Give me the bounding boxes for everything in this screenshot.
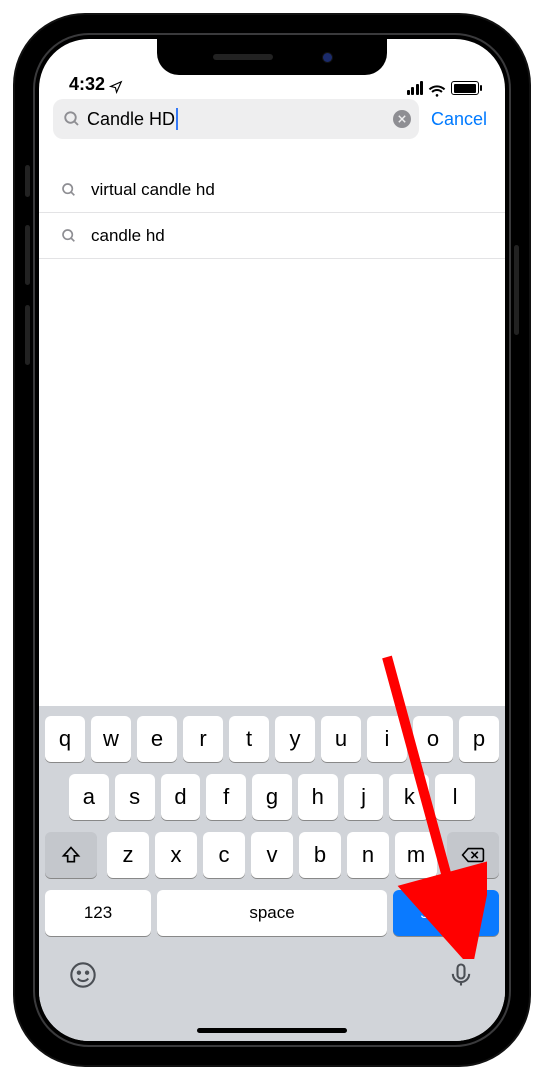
letter-key-k[interactable]: k <box>389 774 429 820</box>
letter-key-c[interactable]: c <box>203 832 245 878</box>
search-key[interactable]: search <box>393 890 499 936</box>
letter-key-r[interactable]: r <box>183 716 223 762</box>
emoji-key[interactable] <box>69 961 97 994</box>
letter-key-a[interactable]: a <box>69 774 109 820</box>
search-icon <box>63 110 81 128</box>
letter-key-g[interactable]: g <box>252 774 292 820</box>
suggestion-item[interactable]: candle hd <box>39 213 505 259</box>
space-key[interactable]: space <box>157 890 387 936</box>
letter-key-j[interactable]: j <box>344 774 384 820</box>
letter-key-u[interactable]: u <box>321 716 361 762</box>
letter-key-n[interactable]: n <box>347 832 389 878</box>
status-time: 4:32 <box>69 74 105 95</box>
letter-key-d[interactable]: d <box>161 774 201 820</box>
search-suggestions: virtual candle hd candle hd <box>39 149 505 259</box>
text-caret <box>176 108 178 130</box>
letter-key-y[interactable]: y <box>275 716 315 762</box>
letter-key-o[interactable]: o <box>413 716 453 762</box>
letter-key-e[interactable]: e <box>137 716 177 762</box>
letter-key-h[interactable]: h <box>298 774 338 820</box>
suggestion-label: candle hd <box>91 226 165 246</box>
shift-key[interactable] <box>45 832 97 878</box>
letter-key-w[interactable]: w <box>91 716 131 762</box>
letter-key-s[interactable]: s <box>115 774 155 820</box>
cancel-button[interactable]: Cancel <box>427 109 491 130</box>
letter-key-t[interactable]: t <box>229 716 269 762</box>
wifi-icon <box>428 81 446 95</box>
search-input-value: Candle HD <box>87 109 175 130</box>
letter-key-f[interactable]: f <box>206 774 246 820</box>
suggestion-label: virtual candle hd <box>91 180 215 200</box>
letter-key-z[interactable]: z <box>107 832 149 878</box>
home-indicator[interactable] <box>197 1028 347 1033</box>
letter-key-i[interactable]: i <box>367 716 407 762</box>
location-icon <box>109 78 123 92</box>
letter-key-b[interactable]: b <box>299 832 341 878</box>
letter-key-x[interactable]: x <box>155 832 197 878</box>
letter-key-m[interactable]: m <box>395 832 437 878</box>
letter-key-v[interactable]: v <box>251 832 293 878</box>
on-screen-keyboard: qwertyuiop asdfghjkl zxcvbnm 123 space s… <box>39 706 505 1041</box>
search-icon <box>61 228 77 244</box>
dictation-key[interactable] <box>447 961 475 994</box>
suggestion-item[interactable]: virtual candle hd <box>39 167 505 213</box>
letter-key-q[interactable]: q <box>45 716 85 762</box>
delete-key[interactable] <box>447 832 499 878</box>
letter-key-p[interactable]: p <box>459 716 499 762</box>
search-icon <box>61 182 77 198</box>
search-input[interactable]: Candle HD <box>53 99 419 139</box>
letter-key-l[interactable]: l <box>435 774 475 820</box>
status-bar: 4:32 <box>39 39 505 99</box>
battery-icon <box>451 81 479 95</box>
cell-signal-icon <box>407 81 424 95</box>
numbers-key[interactable]: 123 <box>45 890 151 936</box>
clear-input-button[interactable] <box>393 110 411 128</box>
